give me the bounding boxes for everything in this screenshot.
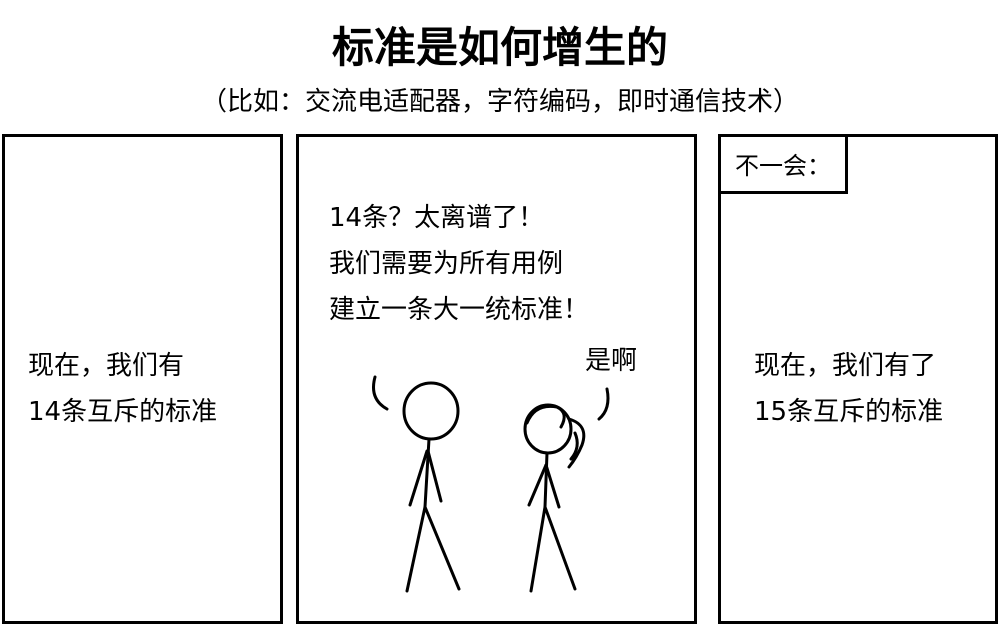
comic-subtitle: （比如：交流电适配器，字符编码，即时通信技术） <box>200 87 799 117</box>
panel-3: 不一会： 现在，我们有了 15条互斥的标准 <box>718 134 998 624</box>
panel-3-text: 现在，我们有了 15条互斥的标准 <box>754 343 943 435</box>
panel-3-line-2: 15条互斥的标准 <box>754 397 944 427</box>
woman-left-arm <box>527 463 548 507</box>
man-head <box>402 381 460 441</box>
woman-right-arm <box>544 463 561 509</box>
man-right-arm <box>426 449 443 503</box>
woman-right-leg <box>543 505 577 591</box>
man-left-leg <box>405 505 427 593</box>
woman-left-leg <box>529 505 547 593</box>
panel-2: 14条？太离谱了！ 我们需要为所有用例 建立一条大一统标准！ 是啊 <box>296 134 697 624</box>
stick-figures-drawing <box>372 375 610 593</box>
panel-1-text: 现在，我们有 14条互斥的标准 <box>28 343 217 435</box>
man-body <box>423 437 431 509</box>
woman-body <box>543 451 549 509</box>
panel-1: 现在，我们有 14条互斥的标准 <box>2 134 283 624</box>
comic-title: 标准是如何增生的 <box>331 23 668 72</box>
panel-3-line-1: 现在，我们有了 <box>754 351 937 381</box>
speaker-speech-tick <box>372 375 389 411</box>
man-right-leg <box>423 505 461 591</box>
panel-1-line-1: 现在，我们有 <box>28 351 185 381</box>
panel-3-caption: 不一会： <box>718 134 848 194</box>
listener-speech-tick <box>597 387 610 421</box>
panel-1-line-2: 14条互斥的标准 <box>28 397 218 427</box>
